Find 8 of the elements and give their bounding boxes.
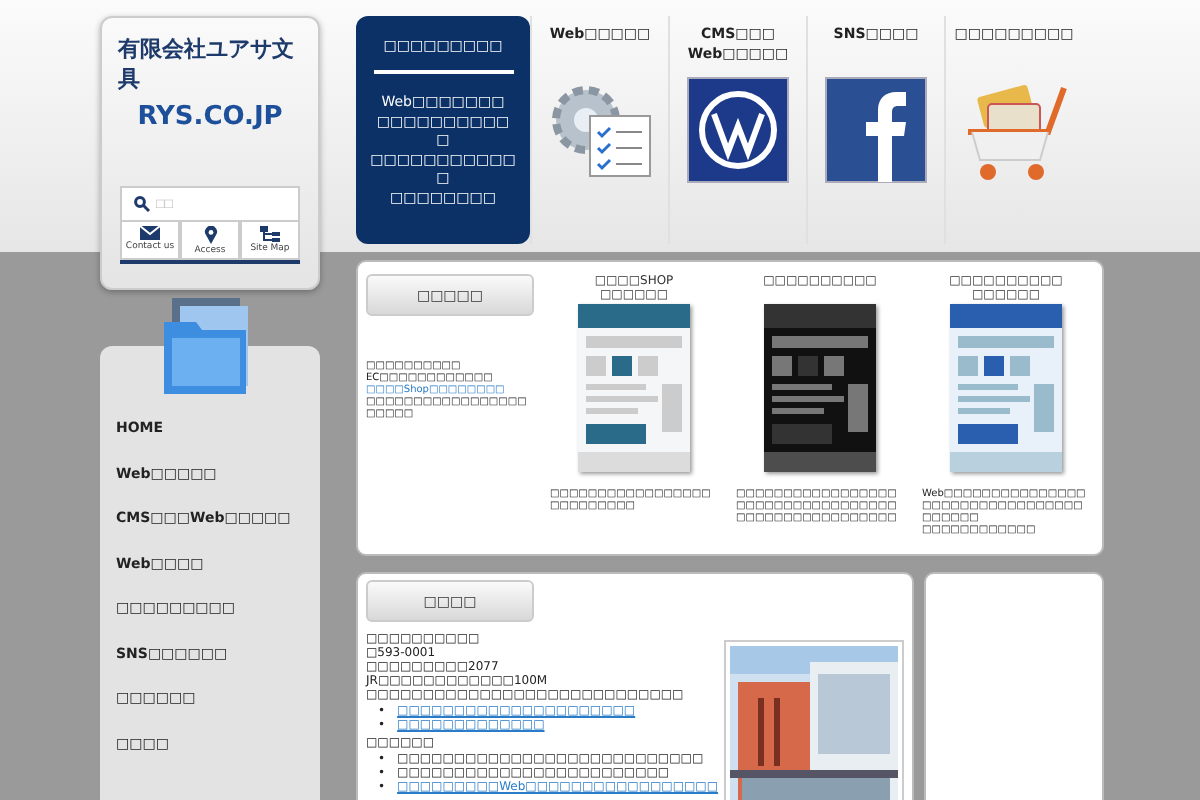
- domain-name: RYS.CO.JP: [137, 102, 283, 132]
- company-name: 有限会社ユアサ文具: [118, 34, 296, 94]
- location-pin-icon: [203, 226, 217, 244]
- search-icon: [134, 196, 150, 212]
- mail-icon: [140, 226, 160, 240]
- wordpress-logo-icon: [686, 76, 790, 184]
- sitemap-icon: [260, 226, 280, 242]
- facebook-logo-icon: [824, 76, 928, 184]
